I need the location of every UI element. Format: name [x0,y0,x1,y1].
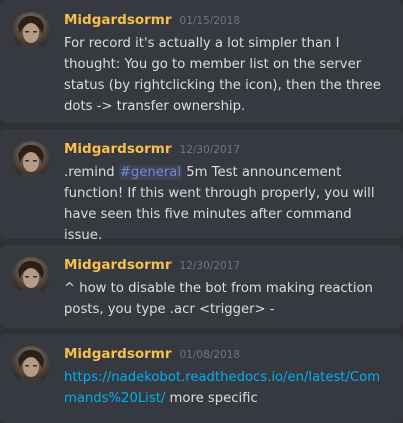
timestamp: 01/08/2018 [179,348,241,361]
channel-mention[interactable]: #general [118,165,183,181]
message-text: ^ how to disable the bot from making rea… [64,281,373,318]
message-text: For record it's actually a lot simpler t… [64,36,381,114]
message: Midgardsormr 01/15/2018 For record it's … [0,0,403,124]
message: Midgardsormr 12/30/2017 .remind #general… [0,129,403,243]
timestamp: 01/15/2018 [179,15,241,27]
timestamp: 12/30/2017 [179,260,241,273]
username[interactable]: Midgardsormr [64,141,172,157]
username[interactable]: Midgardsormr [64,346,172,362]
avatar[interactable] [12,12,50,50]
message-text: .remind #general 5m Test announcement fu… [64,162,393,246]
message-text-part: more specific [165,390,258,406]
username[interactable]: Midgardsormr [64,257,172,273]
message-text-part: .remind [64,165,119,181]
link-text: mands%20List/ [64,390,166,406]
message: Midgardsormr 01/08/2018 https://nadekobo… [0,333,403,423]
avatar[interactable] [12,345,50,384]
message-text: https://nadekobot.readthedocs.io/en/late… [64,367,393,409]
timestamp: 12/30/2017 [179,144,241,157]
message-list: Midgardsormr 01/15/2018 For record it's … [0,0,403,423]
avatar[interactable] [12,141,50,180]
avatar[interactable] [12,257,50,296]
username[interactable]: Midgardsormr [64,12,172,28]
message: Midgardsormr 12/30/2017 ^ how to disable… [0,245,403,328]
link-text: https://nadekobot.readthedocs.io/en/late… [64,369,381,385]
